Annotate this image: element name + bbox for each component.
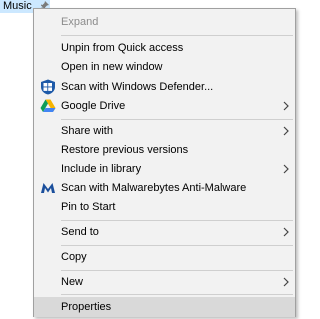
menu-separator: [61, 294, 293, 295]
context-menu: Expand Unpin from Quick access Open in n…: [33, 8, 296, 317]
menu-item-label: Copy: [61, 251, 87, 263]
menu-separator: [61, 245, 293, 246]
menu-item-label: Pin to Start: [61, 201, 116, 213]
chevron-right-icon: [283, 277, 289, 287]
menu-item-label: Share with: [61, 125, 113, 137]
menu-item-label: Send to: [61, 226, 99, 238]
menu-item-label: Restore previous versions: [61, 144, 189, 156]
google-drive-icon: [40, 99, 56, 112]
chevron-right-icon: [283, 101, 289, 111]
menu-item-unpin-quick-access[interactable]: Unpin from Quick access: [34, 38, 295, 58]
menu-item-pin-to-start[interactable]: Pin to Start: [34, 197, 295, 217]
menu-item-label: Include in library: [61, 163, 142, 175]
menu-item-scan-windows-defender[interactable]: Scan with Windows Defender...: [34, 77, 295, 97]
menu-separator: [61, 119, 293, 120]
menu-separator: [61, 35, 293, 36]
menu-separator: [61, 220, 293, 221]
menu-item-expand[interactable]: Expand: [34, 12, 295, 32]
chevron-right-icon: [283, 126, 289, 136]
menu-item-properties[interactable]: Properties: [34, 297, 295, 317]
folder-name: Music: [3, 0, 32, 12]
menu-item-label: Expand: [61, 16, 99, 28]
chevron-right-icon: [283, 164, 289, 174]
menu-item-new[interactable]: New: [34, 272, 295, 292]
menu-item-label: Scan with Malwarebytes Anti-Malware: [61, 182, 247, 194]
menu-item-label: Unpin from Quick access: [61, 42, 184, 54]
menu-item-share-with[interactable]: Share with: [34, 121, 295, 141]
menu-item-restore-previous-versions[interactable]: Restore previous versions: [34, 140, 295, 160]
menu-item-copy[interactable]: Copy: [34, 247, 295, 267]
menu-item-scan-malwarebytes[interactable]: Scan with Malwarebytes Anti-Malware: [34, 178, 295, 198]
windows-defender-icon: [41, 79, 55, 95]
menu-item-label: Open in new window: [61, 61, 163, 73]
menu-item-open-new-window[interactable]: Open in new window: [34, 57, 295, 77]
menu-item-label: New: [61, 276, 84, 288]
menu-separator: [61, 270, 293, 271]
desktop-area: Music Expand Unpin from Quick access Ope…: [0, 0, 300, 319]
menu-item-google-drive[interactable]: Google Drive: [34, 96, 295, 116]
menu-item-include-in-library[interactable]: Include in library: [34, 159, 295, 179]
menu-item-label: Google Drive: [61, 100, 126, 112]
menu-item-send-to[interactable]: Send to: [34, 222, 295, 242]
menu-item-label: Properties: [61, 301, 112, 313]
menu-item-label: Scan with Windows Defender...: [61, 81, 214, 93]
malwarebytes-icon: [41, 183, 55, 193]
chevron-right-icon: [283, 227, 289, 237]
